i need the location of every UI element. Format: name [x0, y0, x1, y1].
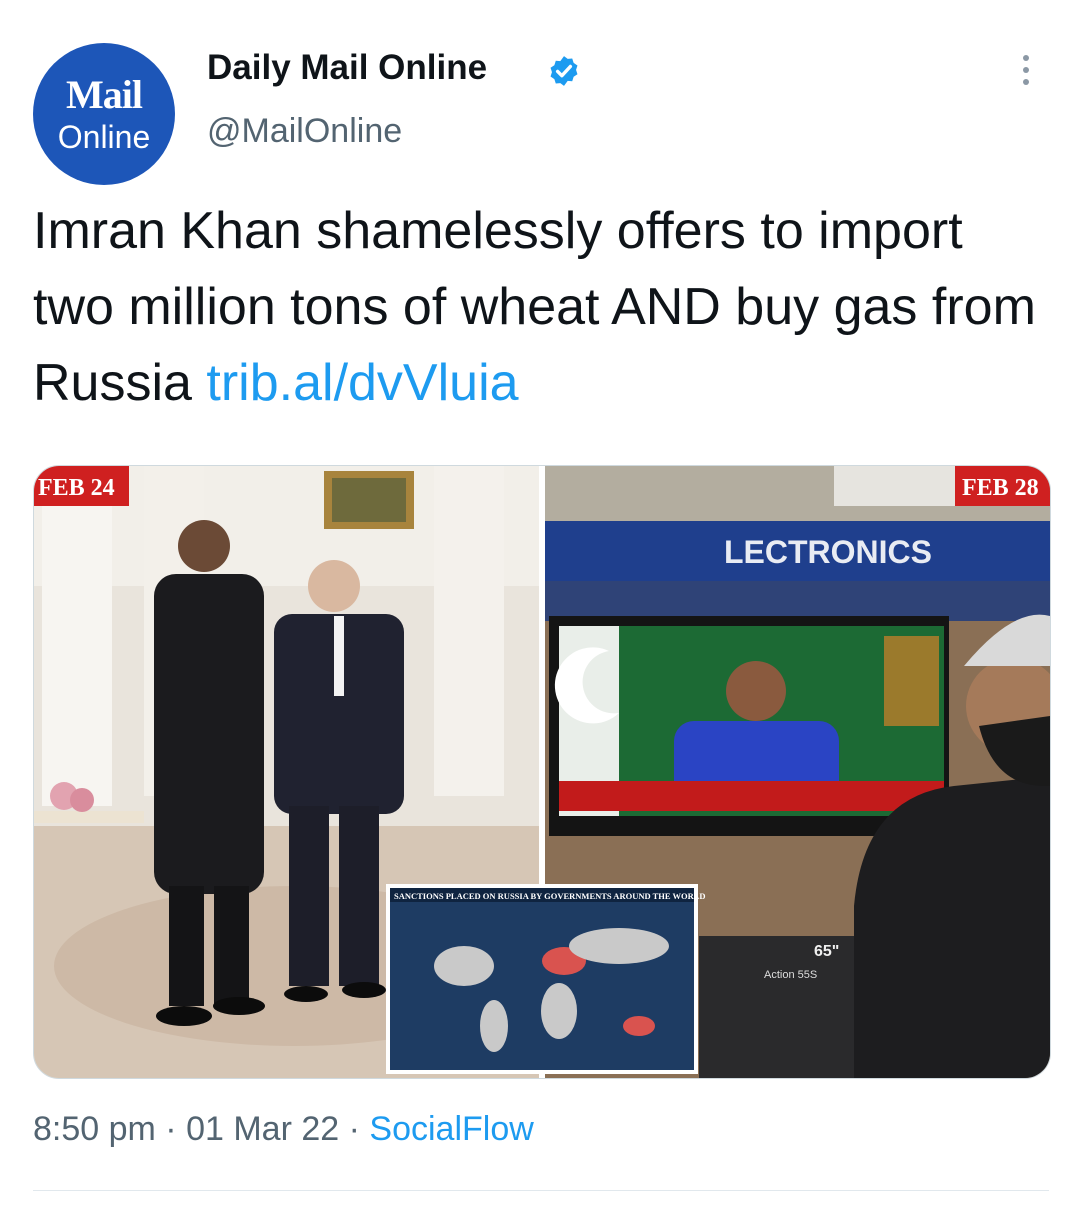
avatar-logo-mail: Mail	[66, 72, 143, 117]
tweet-date[interactable]: 01 Mar 22	[186, 1110, 339, 1148]
tweet-source[interactable]: SocialFlow	[369, 1110, 533, 1148]
media-photo-collage: LECTRONICS 65" Action 55S SANCTIONS PLAC…	[34, 466, 1050, 1078]
box-text: Action 55S	[764, 969, 817, 981]
meta-separator: ·	[339, 1110, 370, 1148]
date-label-right: FEB 28	[962, 475, 1039, 501]
tweet-text: Imran Khan shamelessly offers to import …	[33, 193, 1053, 421]
tweet-time[interactable]: 8:50 pm	[33, 1110, 156, 1148]
tv-size-text: 65"	[814, 943, 839, 960]
avatar-logo-online: Online	[57, 119, 151, 155]
divider	[33, 1190, 1049, 1191]
map-title: SANCTIONS PLACED ON RUSSIA BY GOVERNMENT…	[394, 891, 706, 901]
tweet-body: Imran Khan shamelessly offers to import …	[33, 202, 1036, 412]
author-handle[interactable]: @MailOnline	[207, 112, 402, 151]
tweet-media[interactable]: LECTRONICS 65" Action 55S SANCTIONS PLAC…	[33, 465, 1051, 1079]
tv-ticker	[559, 781, 944, 811]
verified-badge-icon	[550, 56, 578, 86]
date-label-left: FEB 24	[38, 475, 115, 501]
sanctions-map-inset: SANCTIONS PLACED ON RUSSIA BY GOVERNMENT…	[386, 884, 706, 1074]
store-sign-text: LECTRONICS	[724, 534, 932, 570]
tweet-link[interactable]: trib.al/dvVluia	[206, 354, 518, 412]
meta-separator: ·	[155, 1110, 187, 1148]
avatar[interactable]: Mail Online	[33, 43, 175, 185]
tweet-meta: 8:50 pm · 01 Mar 22 · SocialFlow	[33, 1110, 534, 1149]
tv-speaker-head	[726, 661, 786, 721]
author-name[interactable]: Daily Mail Online	[207, 48, 487, 88]
more-options-icon[interactable]	[1014, 55, 1038, 95]
